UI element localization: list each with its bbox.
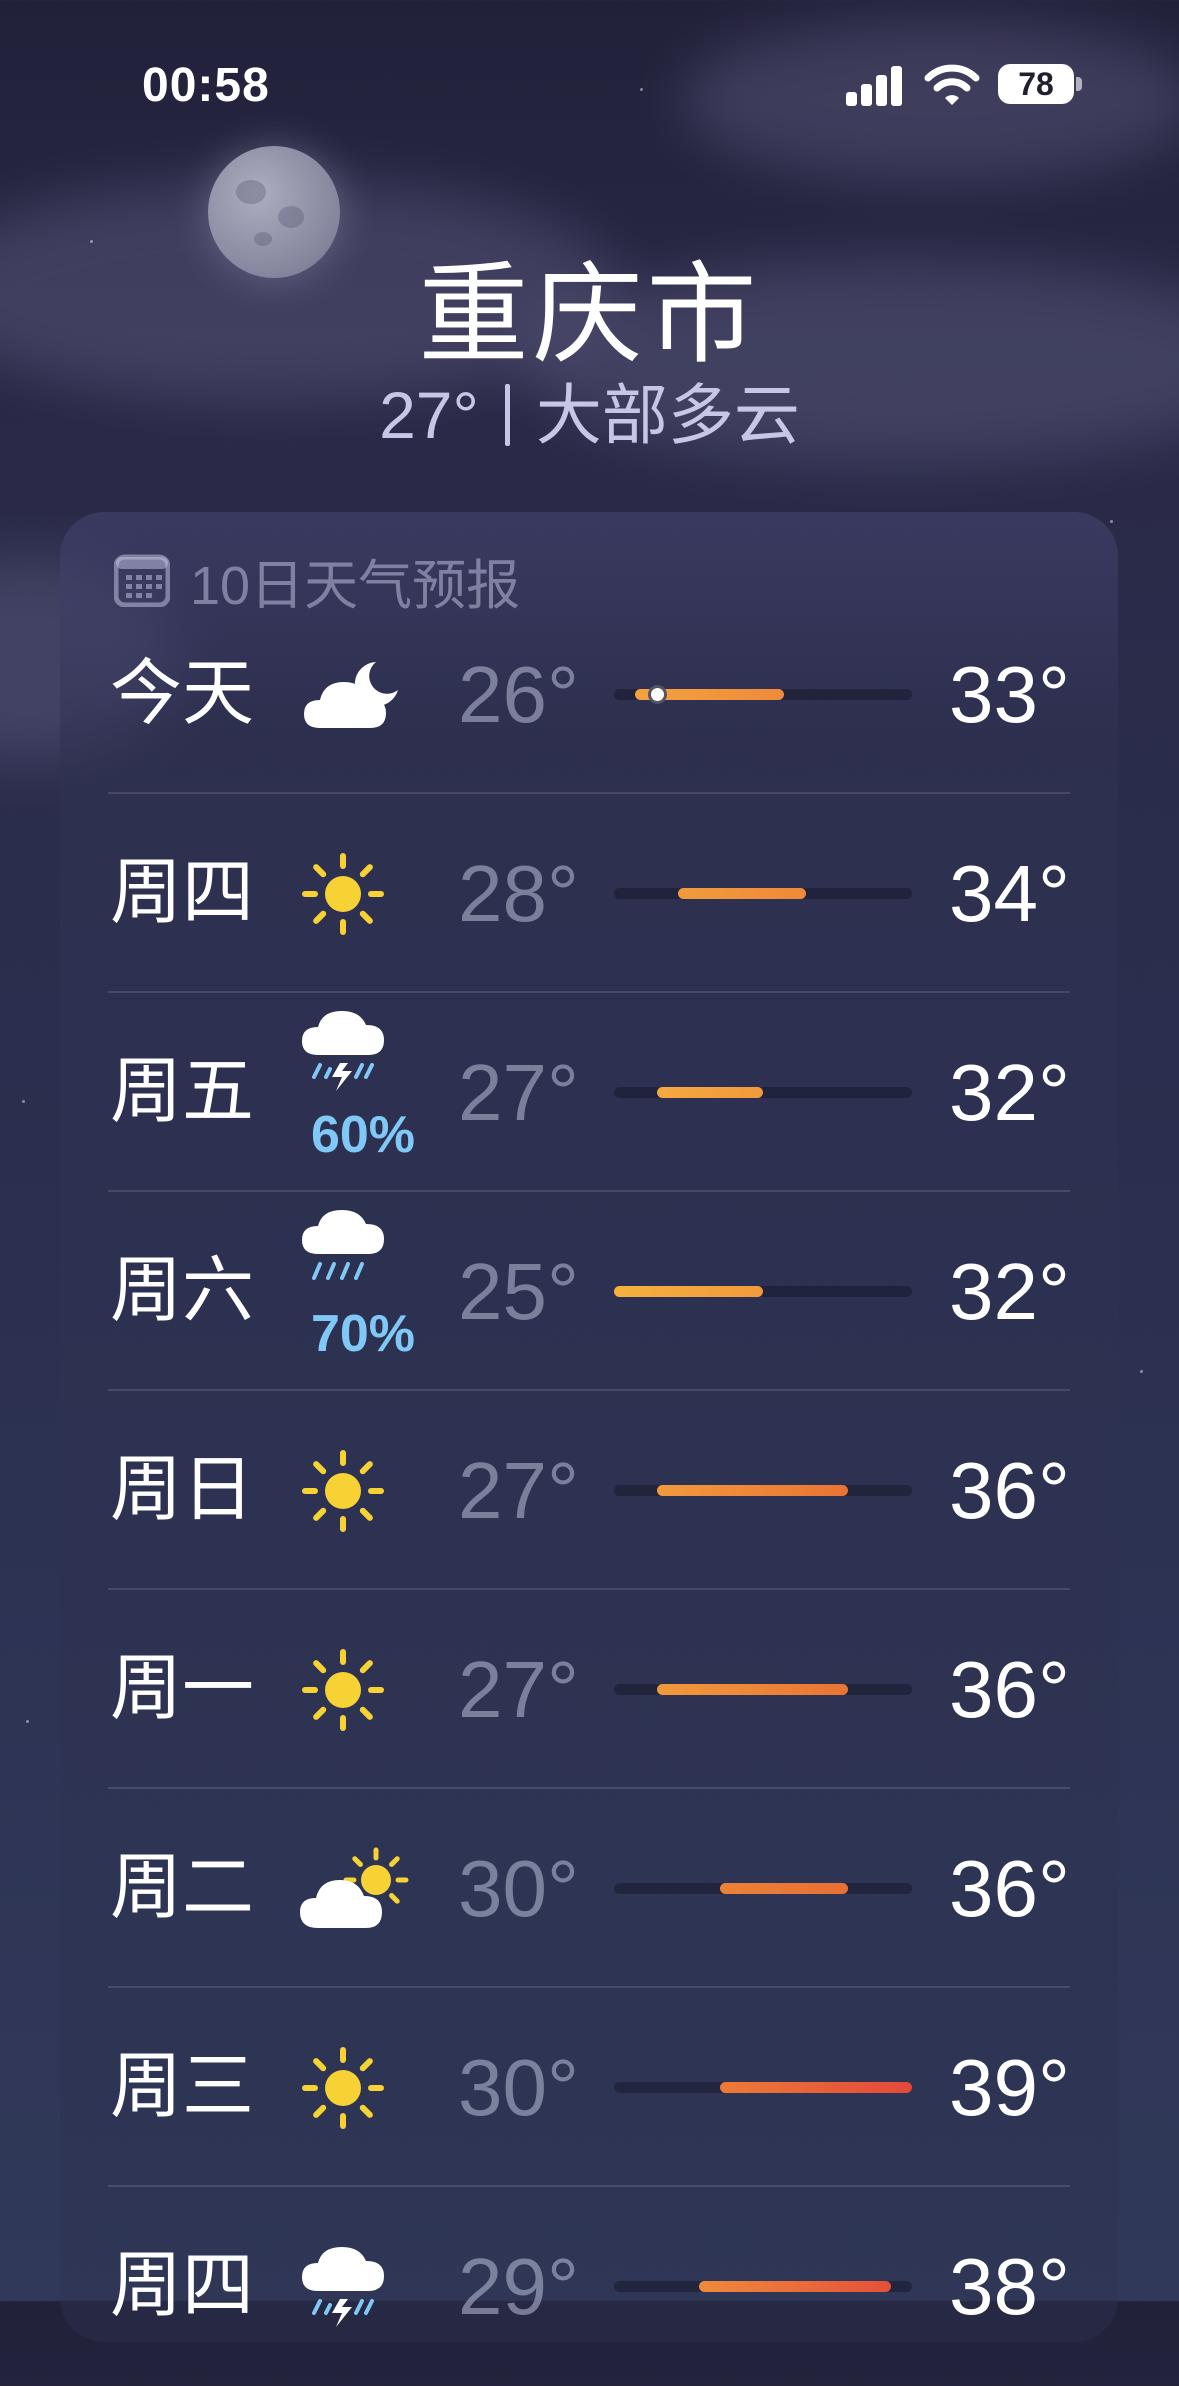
wifi-icon: [924, 64, 980, 105]
temperature-range-track: [614, 1087, 912, 1098]
cloud-rain-icon: 70%: [298, 1192, 428, 1391]
star: [26, 1720, 29, 1723]
forecast-day-label: 周一: [110, 1649, 255, 1729]
sun-icon: [298, 794, 428, 993]
low-temperature: 27°: [458, 1645, 579, 1734]
temperature-range-track: [614, 1883, 912, 1894]
temperature-range-track: [614, 2082, 912, 2093]
low-temperature: 29°: [458, 2242, 579, 2331]
star: [1110, 520, 1113, 523]
temperature-range-track: [614, 2281, 912, 2292]
forecast-day-label: 周三: [110, 2047, 255, 2127]
high-temperature: 38°: [949, 2242, 1070, 2331]
forecast-row[interactable]: 周五 60% 27° 32°: [108, 993, 1070, 1192]
cloud-thunder-rain-icon: 60%: [298, 993, 428, 1192]
forecast-day-label: 周五: [110, 1052, 255, 1132]
status-time: 00:58: [142, 59, 270, 112]
sun-icon: [298, 1988, 428, 2187]
temperature-range-bar: [699, 2281, 891, 2292]
temperature-range-bar: [720, 1883, 849, 1894]
temperature-range-bar: [656, 1684, 849, 1695]
high-temperature: 36°: [949, 1844, 1070, 1933]
battery-tip: [1076, 77, 1082, 91]
low-temperature: 28°: [458, 849, 579, 938]
temperature-range-bar: [677, 888, 806, 899]
star: [22, 1100, 25, 1103]
precipitation-chance: 70%: [310, 1305, 416, 1363]
sun-cloud-icon: [298, 1789, 428, 1988]
forecast-row[interactable]: 周四 28° 34°: [108, 794, 1070, 993]
current-temperature: 27°: [379, 378, 479, 452]
temperature-range-track: [614, 1684, 912, 1695]
forecast-row[interactable]: 周四 29° 38°: [108, 2187, 1070, 2386]
low-temperature: 26°: [458, 650, 579, 739]
high-temperature: 39°: [949, 2043, 1070, 2132]
cloud-thunder-rain-icon: [298, 2187, 428, 2386]
temperature-range-track: [614, 888, 912, 899]
current-temperature-dot: [647, 685, 667, 704]
low-temperature: 25°: [458, 1247, 579, 1336]
temperature-range-bar: [614, 1286, 763, 1297]
forecast-day-label: 周六: [110, 1251, 255, 1331]
high-temperature: 36°: [949, 1645, 1070, 1734]
cloud-moon-icon: [298, 595, 428, 794]
temperature-range-track: [614, 685, 912, 704]
low-temperature: 30°: [458, 1844, 579, 1933]
forecast-row[interactable]: 周一 27° 36°: [108, 1590, 1070, 1789]
low-temperature: 27°: [458, 1446, 579, 1535]
forecast-row[interactable]: 周六 70% 25° 32°: [108, 1192, 1070, 1391]
forecast-row[interactable]: 周三 30° 39°: [108, 1988, 1070, 2187]
high-temperature: 34°: [949, 849, 1070, 938]
forecast-day-label: 周四: [110, 853, 255, 933]
status-bar: 00:58 78: [0, 0, 1179, 150]
separator: [504, 384, 510, 446]
forecast-day-label: 周四: [110, 2246, 255, 2326]
sun-icon: [298, 1391, 428, 1590]
low-temperature: 30°: [458, 2043, 579, 2132]
temperature-range-bar: [720, 2082, 912, 2093]
sun-icon: [298, 1590, 428, 1789]
city-name: 重庆市: [418, 254, 761, 377]
forecast-day-label: 周日: [110, 1450, 255, 1530]
forecast-day-label: 今天: [110, 654, 255, 734]
high-temperature: 32°: [949, 1048, 1070, 1137]
temperature-range-track: [614, 1485, 912, 1496]
high-temperature: 32°: [949, 1247, 1070, 1336]
cellular-signal-icon: [846, 64, 904, 106]
temperature-range-bar: [656, 1087, 763, 1098]
forecast-row[interactable]: 周二 30° 36°: [108, 1789, 1070, 1988]
high-temperature: 36°: [949, 1446, 1070, 1535]
forecast-row[interactable]: 今天 26° 33°: [108, 595, 1070, 794]
current-conditions: 27° 大部多云: [0, 362, 1179, 458]
low-temperature: 27°: [458, 1048, 579, 1137]
star: [1140, 1370, 1143, 1373]
temperature-range-track: [614, 1286, 912, 1297]
current-condition: 大部多云: [535, 378, 800, 452]
forecast-row[interactable]: 周日 27° 36°: [108, 1391, 1070, 1590]
forecast-day-label: 周二: [110, 1848, 255, 1928]
high-temperature: 33°: [949, 650, 1070, 739]
precipitation-chance: 60%: [310, 1106, 416, 1164]
battery-indicator: 78: [998, 64, 1074, 104]
temperature-range-bar: [656, 1485, 849, 1496]
